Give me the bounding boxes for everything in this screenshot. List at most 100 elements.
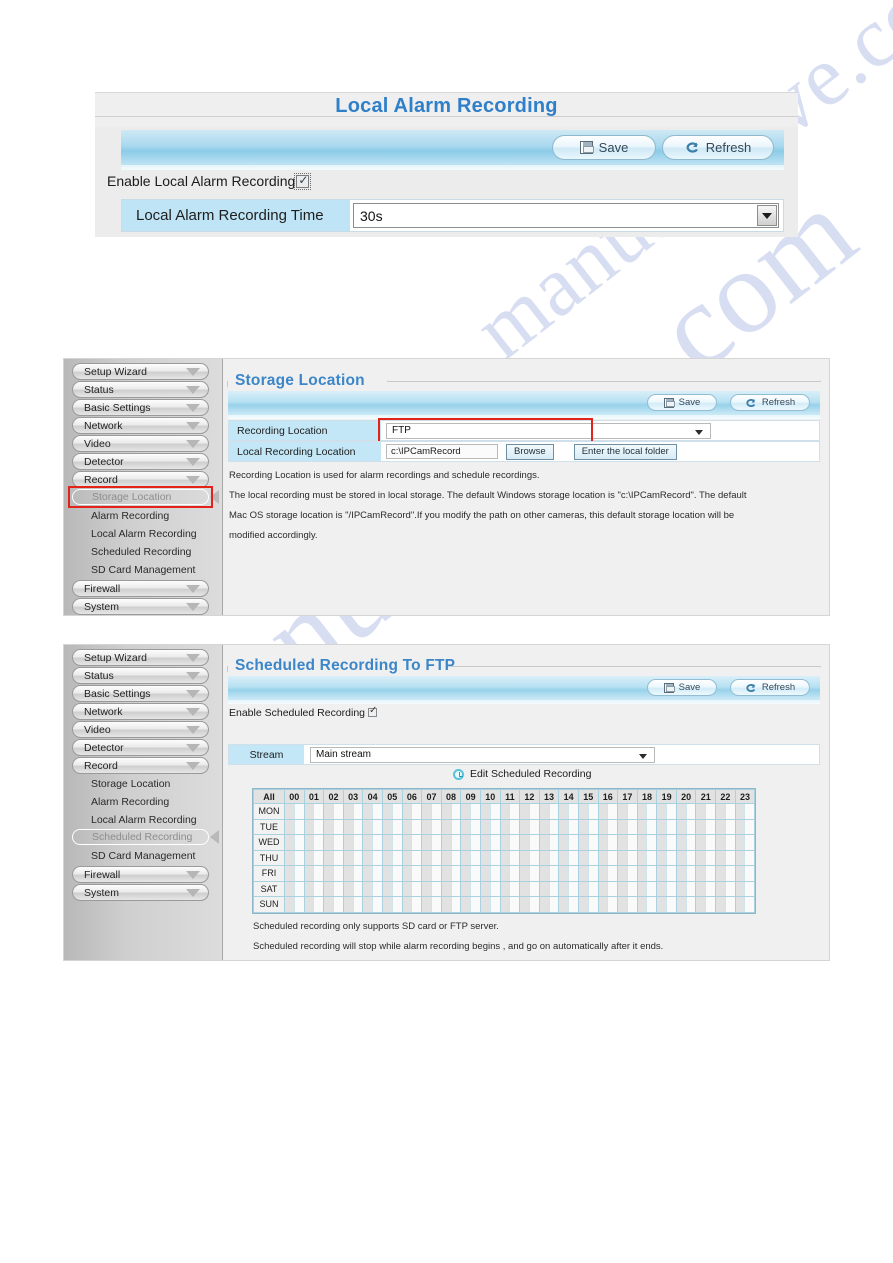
schedule-cell[interactable]	[538, 896, 550, 913]
schedule-day-mon[interactable]: MON	[253, 803, 285, 820]
schedule-cell[interactable]	[352, 880, 364, 897]
schedule-cell[interactable]	[685, 849, 697, 866]
sidebar-item-basic-settings[interactable]: Basic Settings	[72, 399, 209, 416]
schedule-cell[interactable]	[636, 849, 648, 866]
refresh-button[interactable]: Refresh	[730, 394, 810, 411]
schedule-cell[interactable]	[636, 818, 648, 835]
schedule-cell[interactable]	[284, 865, 295, 882]
schedule-cell[interactable]	[626, 803, 638, 820]
schedule-cell[interactable]	[401, 834, 413, 851]
schedule-cell[interactable]	[519, 849, 530, 866]
schedule-cell[interactable]	[666, 818, 677, 835]
schedule-cell[interactable]	[323, 834, 334, 851]
schedule-cell[interactable]	[362, 849, 374, 866]
schedule-table[interactable]: All 00 01 02 03 04 05 06 07 08 09 10 11 12 13 14 15 16 17 1…	[253, 789, 756, 913]
schedule-cell[interactable]	[479, 865, 491, 882]
schedule-cell[interactable]	[450, 818, 462, 835]
schedule-cell[interactable]	[646, 818, 658, 835]
schedule-cell[interactable]	[293, 880, 305, 897]
schedule-hour-header-17[interactable]: 17	[617, 789, 638, 804]
schedule-cell[interactable]	[705, 865, 717, 882]
schedule-cell[interactable]	[460, 818, 472, 835]
schedule-cell[interactable]	[587, 880, 599, 897]
schedule-cell[interactable]	[421, 865, 432, 882]
schedule-cell[interactable]	[587, 896, 599, 913]
schedule-cell[interactable]	[489, 896, 501, 913]
schedule-cell[interactable]	[685, 834, 697, 851]
schedule-cell[interactable]	[303, 803, 315, 820]
schedule-cell[interactable]	[626, 849, 638, 866]
schedule-cell[interactable]	[430, 803, 442, 820]
schedule-cell[interactable]	[626, 880, 638, 897]
schedule-cell[interactable]	[430, 849, 442, 866]
schedule-cell[interactable]	[577, 896, 589, 913]
schedule-cell[interactable]	[538, 849, 550, 866]
sidebar-item-firewall[interactable]: Firewall	[72, 866, 209, 883]
schedule-cell[interactable]	[362, 803, 374, 820]
schedule-cell[interactable]	[430, 896, 442, 913]
schedule-cell[interactable]	[558, 803, 570, 820]
schedule-hour-header-07[interactable]: 07	[421, 789, 442, 804]
schedule-cell[interactable]	[421, 834, 432, 851]
schedule-cell[interactable]	[391, 896, 403, 913]
schedule-cell[interactable]	[352, 818, 364, 835]
schedule-cell[interactable]	[587, 818, 599, 835]
schedule-cell[interactable]	[440, 834, 452, 851]
schedule-cell[interactable]	[744, 880, 756, 897]
schedule-cell[interactable]	[362, 865, 374, 882]
schedule-hour-header-02[interactable]: 02	[323, 789, 344, 804]
schedule-cell[interactable]	[372, 803, 383, 820]
schedule-cell[interactable]	[303, 834, 315, 851]
schedule-cell[interactable]	[509, 834, 521, 851]
schedule-cell[interactable]	[666, 865, 677, 882]
schedule-cell[interactable]	[607, 834, 619, 851]
schedule-cell[interactable]	[656, 896, 668, 913]
schedule-cell[interactable]	[528, 896, 540, 913]
schedule-cell[interactable]	[323, 880, 334, 897]
schedule-hour-header-03[interactable]: 03	[342, 789, 364, 804]
sidebar-item-status[interactable]: Status	[72, 381, 209, 398]
schedule-cell[interactable]	[470, 896, 481, 913]
schedule-cell[interactable]	[381, 865, 393, 882]
schedule-hour-header-23[interactable]: 23	[734, 789, 756, 804]
sidebar-item-sd-card-management[interactable]: SD Card Management	[82, 848, 207, 864]
schedule-cell[interactable]	[685, 896, 697, 913]
schedule-cell[interactable]	[362, 896, 374, 913]
schedule-cell[interactable]	[607, 818, 619, 835]
schedule-hour-header-06[interactable]: 06	[401, 789, 423, 804]
schedule-cell[interactable]	[744, 818, 756, 835]
schedule-cell[interactable]	[568, 865, 579, 882]
schedule-cell[interactable]	[715, 865, 726, 882]
schedule-cell[interactable]	[284, 834, 295, 851]
schedule-cell[interactable]	[489, 880, 501, 897]
schedule-cell[interactable]	[528, 880, 540, 897]
schedule-cell[interactable]	[666, 880, 677, 897]
schedule-cell[interactable]	[607, 896, 619, 913]
schedule-cell[interactable]	[303, 849, 315, 866]
schedule-cell[interactable]	[440, 849, 452, 866]
schedule-cell[interactable]	[705, 880, 717, 897]
schedule-cell[interactable]	[734, 865, 746, 882]
schedule-cell[interactable]	[391, 865, 403, 882]
schedule-cell[interactable]	[695, 803, 707, 820]
schedule-day-sun[interactable]: SUN	[253, 896, 285, 913]
schedule-cell[interactable]	[519, 880, 530, 897]
schedule-cell[interactable]	[303, 880, 315, 897]
schedule-cell[interactable]	[646, 865, 658, 882]
schedule-cell[interactable]	[499, 896, 511, 913]
schedule-cell[interactable]	[421, 818, 432, 835]
browse-button[interactable]: Browse	[506, 443, 554, 460]
schedule-cell[interactable]	[411, 865, 423, 882]
schedule-cell[interactable]	[411, 803, 423, 820]
schedule-cell[interactable]	[626, 834, 638, 851]
schedule-cell[interactable]	[381, 896, 393, 913]
schedule-cell[interactable]	[744, 865, 756, 882]
schedule-cell[interactable]	[313, 896, 325, 913]
schedule-cell[interactable]	[548, 896, 560, 913]
schedule-cell[interactable]	[303, 896, 315, 913]
schedule-cell[interactable]	[577, 849, 589, 866]
schedule-cell[interactable]	[568, 896, 579, 913]
schedule-cell[interactable]	[470, 880, 481, 897]
schedule-cell[interactable]	[695, 849, 707, 866]
schedule-cell[interactable]	[411, 896, 423, 913]
